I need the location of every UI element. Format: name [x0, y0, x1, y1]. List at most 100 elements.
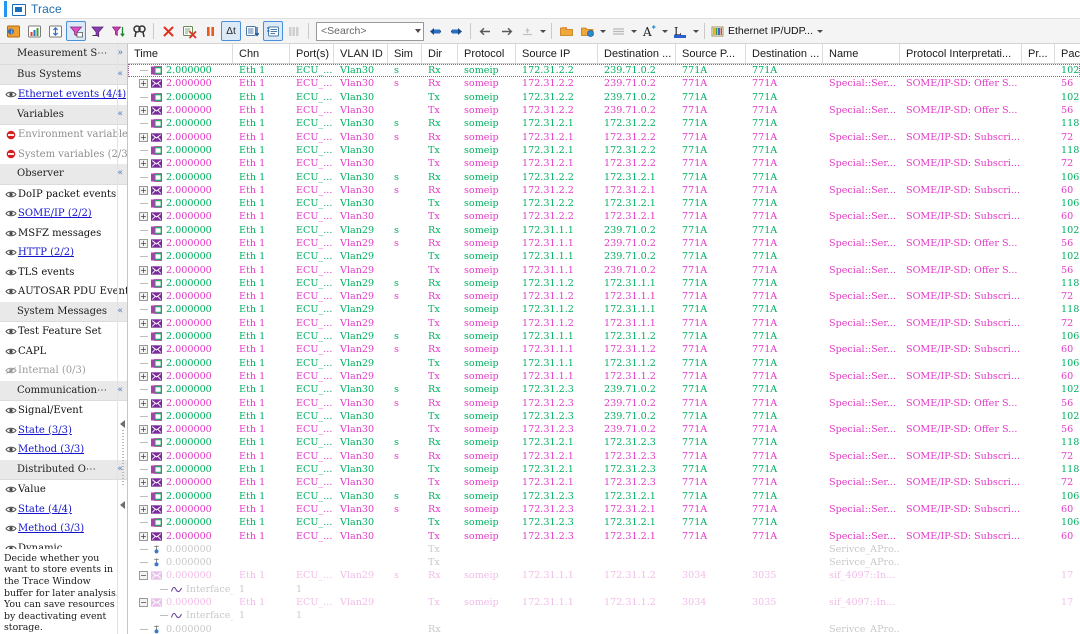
tree-gutter[interactable]: [128, 548, 150, 550]
eye-icon[interactable]: [5, 209, 17, 218]
table-row[interactable]: +2.000000 Eth 1 ECU_... Vlan29 Tx someip 172.3…: [128, 317, 1080, 330]
export-icon[interactable]: [45, 21, 65, 41]
column-header-destination[interactable]: Destination ...: [598, 44, 676, 63]
table-row[interactable]: 2.000000 Eth 1 ECU_... Vlan29 Tx someip 172.31…: [128, 357, 1080, 370]
tree-gutter[interactable]: +: [128, 371, 150, 381]
column-header-source-ip[interactable]: Source IP: [516, 44, 598, 63]
tree-gutter[interactable]: [128, 469, 150, 471]
chevron-collapse-icon[interactable]: »: [117, 49, 123, 58]
tree-gutter[interactable]: [128, 362, 150, 364]
tree-gutter[interactable]: [128, 70, 150, 72]
expand-icon[interactable]: +: [139, 451, 148, 461]
chevron-collapse-icon[interactable]: «: [117, 69, 123, 79]
table-row[interactable]: 2.000000 Eth 1 ECU_... Vlan29 Tx someip 172.31…: [128, 250, 1080, 263]
block-icon[interactable]: [6, 149, 16, 159]
sidebar-item-internal[interactable]: Internal (0/3): [0, 361, 127, 381]
sidebar-item-method-3-3[interactable]: Method (3/3): [0, 440, 127, 460]
sidebar-item-value[interactable]: Value: [0, 480, 127, 500]
system-messages-group[interactable]: System Messages «: [0, 301, 127, 322]
eye-icon[interactable]: [5, 426, 17, 435]
expand-icon[interactable]: +: [139, 345, 148, 355]
table-row[interactable]: 0.000000 Tx Serivce_APro...: [128, 543, 1080, 556]
tree-gutter[interactable]: +: [128, 159, 150, 169]
sidebar-item-environment-variables[interactable]: Environment variables: [0, 125, 127, 145]
table-row[interactable]: +2.000000 Eth 1 ECU_... Vlan30 s Rx someip 172.…: [128, 450, 1080, 463]
table-row[interactable]: 2.000000 Eth 1 ECU_... Vlan30 Tx someip 172.31…: [128, 91, 1080, 104]
table-row[interactable]: +2.000000 Eth 1 ECU_... Vlan30 s Rx someip 172.…: [128, 396, 1080, 409]
eye-icon[interactable]: [5, 347, 17, 356]
tree-gutter[interactable]: [128, 176, 150, 178]
expand-icon[interactable]: +: [139, 212, 148, 222]
tree-gutter[interactable]: +: [128, 345, 150, 355]
sidebar-item-state-3-3[interactable]: State (3/3): [0, 421, 127, 441]
color-dropdown-icon[interactable]: [691, 22, 700, 40]
sidebar-item-autosar-pdu-events[interactable]: AUTOSAR PDU Events: [0, 282, 127, 302]
tree-gutter[interactable]: −: [128, 598, 150, 608]
table-row[interactable]: +2.000000 Eth 1 ECU_... Vlan29 s Rx someip 172.…: [128, 290, 1080, 303]
protocol-dropdown-icon[interactable]: [817, 29, 824, 33]
eye-icon[interactable]: [4, 248, 18, 257]
column-header-packet-len[interactable]: Packet Len...: [1055, 44, 1080, 63]
column-header-time[interactable]: Time: [128, 44, 233, 63]
tree-gutter[interactable]: [128, 442, 150, 444]
table-row[interactable]: 2.000000 Eth 1 ECU_... Vlan30 Tx someip 172.31…: [128, 410, 1080, 423]
bus-systems-group[interactable]: Bus Systems «: [0, 64, 127, 85]
eye-icon[interactable]: [4, 505, 18, 514]
expand-icon[interactable]: +: [139, 398, 148, 408]
eye-icon[interactable]: [5, 287, 17, 296]
eye-icon[interactable]: [4, 229, 18, 238]
column-header-vlan-id[interactable]: VLAN ID: [334, 44, 388, 63]
eye-icon[interactable]: [5, 248, 17, 257]
sidebar-item-capl[interactable]: CAPL: [0, 342, 127, 362]
tree-gutter[interactable]: [128, 562, 150, 564]
tree-gutter[interactable]: +: [128, 132, 150, 142]
eye-icon[interactable]: [5, 485, 17, 494]
chevron-collapse-icon[interactable]: «: [117, 306, 123, 316]
tree-gutter[interactable]: +: [128, 531, 150, 541]
table-row[interactable]: +2.000000 Eth 1 ECU_... Vlan29 Tx someip 172.3…: [128, 263, 1080, 276]
tree-gutter[interactable]: [128, 522, 150, 524]
sidebar-item-doip-packet-events[interactable]: DoIP packet events: [0, 185, 127, 205]
show-time-icon[interactable]: i: [3, 21, 23, 41]
font-icon[interactable]: A: [639, 21, 659, 41]
sidebar-item-dynamic[interactable]: Dynamic: [0, 539, 127, 549]
protocol-selector[interactable]: Ethernet IP/UDP...: [709, 22, 825, 40]
tree-gutter[interactable]: +: [128, 185, 150, 195]
collapse-icon[interactable]: −: [139, 598, 148, 608]
expand-icon[interactable]: +: [139, 504, 148, 514]
find-icon[interactable]: [129, 21, 149, 41]
expand-icon[interactable]: +: [139, 106, 148, 116]
table-row[interactable]: +2.000000 Eth 1 ECU_... Vlan30 s Rx someip 172.…: [128, 77, 1080, 90]
expand-icon[interactable]: +: [139, 318, 148, 328]
tree-gutter[interactable]: +: [128, 318, 150, 328]
search-prev-icon[interactable]: [425, 21, 445, 41]
column-header-name[interactable]: Name: [823, 44, 900, 63]
expand-icon[interactable]: +: [139, 531, 148, 541]
table-row[interactable]: 2.000000 Eth 1 ECU_... Vlan29 Tx someip 172.31…: [128, 303, 1080, 316]
expand-icon[interactable]: +: [139, 159, 148, 169]
table-row[interactable]: 2.000000 Eth 1 ECU_... Vlan30 s Rx someip 172.3…: [128, 64, 1080, 78]
table-row[interactable]: Interface_A 1 1: [128, 583, 1080, 596]
tree-gutter[interactable]: +: [128, 79, 150, 89]
table-row[interactable]: Interface_A 1 1: [128, 609, 1080, 622]
sidebar-item-tls-events[interactable]: TLS events: [0, 263, 127, 283]
sidebar-item-http[interactable]: HTTP (2/2): [0, 243, 127, 263]
column-header-dir[interactable]: Dir: [422, 44, 458, 63]
table-row[interactable]: +2.000000 Eth 1 ECU_... Vlan29 s Rx someip 172.…: [128, 237, 1080, 250]
table-row[interactable]: 2.000000 Eth 1 ECU_... Vlan30 Tx someip 172.31…: [128, 144, 1080, 157]
table-row[interactable]: +2.000000 Eth 1 ECU_... Vlan30 s Rx someip 172.…: [128, 184, 1080, 197]
column-config-icon[interactable]: [263, 21, 283, 41]
sidebar-list[interactable]: Measurement S⋯ » Bus Systems « Ethernet even…: [0, 44, 127, 549]
sidebar-item-signal-event[interactable]: Signal/Event: [0, 401, 127, 421]
tree-gutter[interactable]: [128, 336, 150, 338]
eye-icon[interactable]: [5, 327, 17, 336]
filter-pass-icon[interactable]: [87, 21, 107, 41]
chevron-down-icon[interactable]: [415, 29, 421, 33]
statistics-icon[interactable]: [24, 21, 44, 41]
eye-icon[interactable]: [4, 426, 18, 435]
color-icon[interactable]: L: [670, 21, 690, 41]
column-header-source-p[interactable]: Source P...: [676, 44, 746, 63]
tree-gutter[interactable]: [128, 628, 150, 630]
table-row[interactable]: 2.000000 Eth 1 ECU_... Vlan29 s Rx someip 172.3…: [128, 224, 1080, 237]
block-icon[interactable]: [4, 130, 18, 140]
